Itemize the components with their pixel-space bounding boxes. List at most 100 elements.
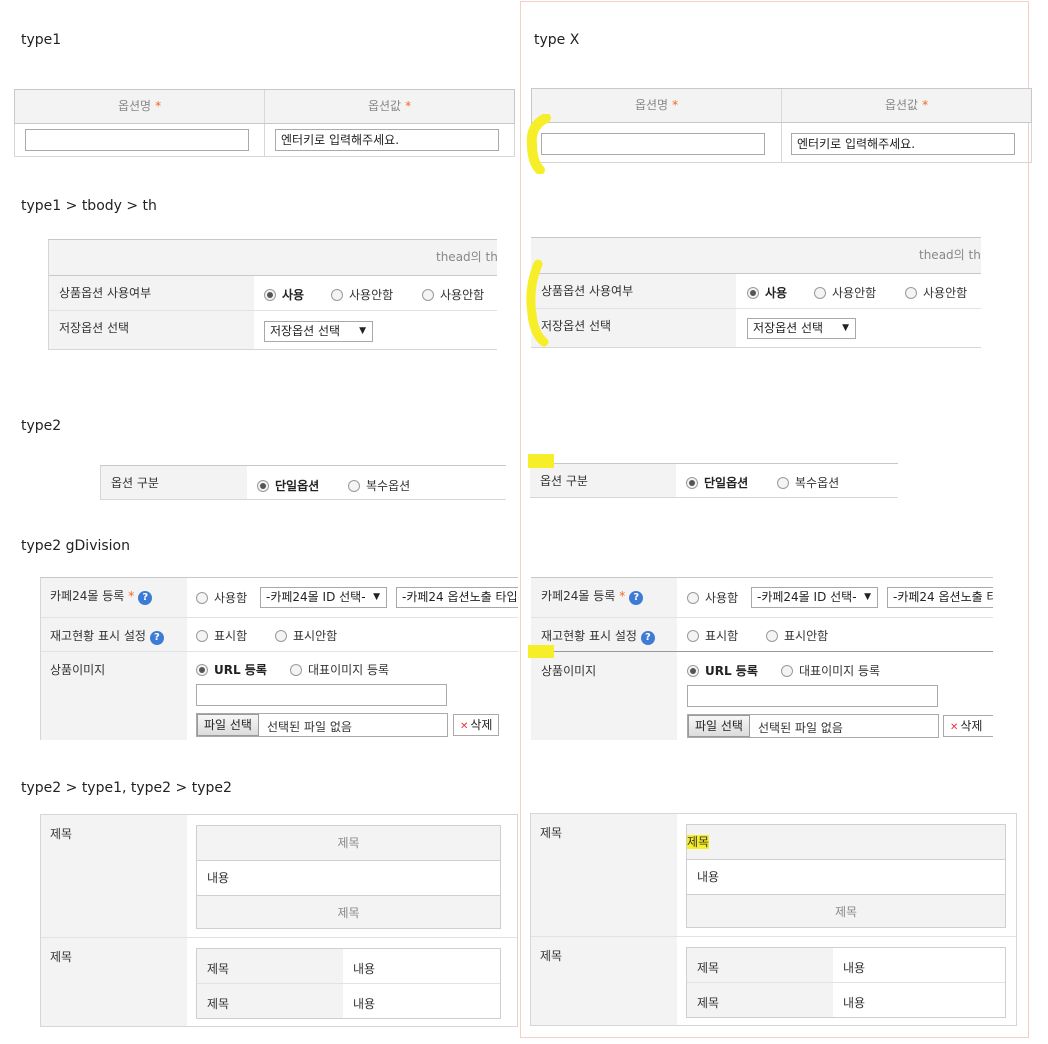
typeX-cafe24-id-select[interactable]: -카페24몰 ID 선택- ▼ <box>751 587 878 608</box>
radio-use[interactable]: 사용 <box>264 286 304 303</box>
title-type2-nested: type2 > type1, type2 > type2 <box>21 780 232 796</box>
image-url-input[interactable] <box>196 684 447 706</box>
radio-off-icon <box>766 630 778 642</box>
nested-th-2: 제목 <box>50 950 73 964</box>
typeX-radio-single-option[interactable]: 단일옵션 <box>686 474 748 491</box>
inner-table-1: 제목 내용 제목 <box>196 825 501 929</box>
typeX-row-label-saved-option: 저장옵션 선택 <box>531 309 736 347</box>
option-name-input[interactable] <box>25 129 249 151</box>
option-value-input[interactable]: 엔터키로 입력해주세요. <box>275 129 499 151</box>
typeX-inner-body: 내용 <box>687 860 1005 895</box>
typeX-inner-row-td: 내용 <box>843 961 866 975</box>
dropdown-arrow-icon: ▼ <box>864 592 871 602</box>
radio-no-display[interactable]: 표시안함 <box>275 627 337 644</box>
typeX-inner-table-2: 제목 내용 제목 내용 <box>686 947 1006 1018</box>
saved-option-select[interactable]: 저장옵션 선택 ▼ <box>264 321 373 342</box>
cafe24-option-type-select[interactable]: -카페24 옵션노출 타입 <box>396 587 518 608</box>
typeX-type2-label: 옵션 구분 <box>530 464 676 497</box>
radio-main-image-register[interactable]: 대표이미지 등록 <box>290 661 389 678</box>
radio-off-icon <box>905 287 917 299</box>
radio-multi-option[interactable]: 복수옵션 <box>348 477 410 494</box>
typeX-inner-foot: 제목 <box>687 895 1005 927</box>
typeX-radio-url-register[interactable]: URL 등록 <box>687 662 758 679</box>
inner-row-td: 내용 <box>353 962 376 976</box>
cafe24-id-select[interactable]: -카페24몰 ID 선택- ▼ <box>260 587 387 608</box>
help-icon[interactable]: ? <box>138 591 153 605</box>
radio-on-icon <box>747 287 759 299</box>
radio-on-icon <box>196 664 208 676</box>
typeX-inner-row-td: 내용 <box>843 996 866 1010</box>
close-icon: ✕ <box>950 722 959 733</box>
typeX-radio-use-cafe24[interactable]: 사용함 <box>687 589 738 606</box>
label-stock-display: 재고현황 표시 설정? <box>50 627 164 645</box>
inner-row-th: 제목 <box>207 997 230 1011</box>
option-table-header: 옵션명 * 옵션값 * <box>14 89 515 124</box>
title-type2-gdivision: type2 gDivision <box>21 538 130 554</box>
title-type2: type2 <box>21 418 62 434</box>
radio-off-icon <box>290 664 302 676</box>
radio-off-icon <box>196 630 208 642</box>
typeX-radio-multi-option[interactable]: 복수옵션 <box>777 474 839 491</box>
help-icon[interactable]: ? <box>629 591 644 605</box>
thead-caption-row: thead의 th들 <box>49 240 497 275</box>
radio-off-icon <box>814 287 826 299</box>
file-select-button[interactable]: 파일 선택 <box>197 714 259 736</box>
radio-off-icon <box>687 630 699 642</box>
dropdown-arrow-icon: ▼ <box>842 323 849 333</box>
typeX-cafe24-option-type-select[interactable]: -카페24 옵션노출 타입 <box>887 587 993 608</box>
radio-not-use-2[interactable]: 사용안함 <box>422 286 484 303</box>
typeX-radio-main-image-register[interactable]: 대표이미지 등록 <box>781 662 880 679</box>
highlight-marker-2 <box>528 645 554 658</box>
radio-url-register[interactable]: URL 등록 <box>196 661 267 678</box>
typeX-radio-use[interactable]: 사용 <box>747 284 787 301</box>
file-status: 선택된 파일 없음 <box>267 720 352 734</box>
typeX-delete-button[interactable]: ✕ 삭제 <box>943 715 993 737</box>
typeX-radio-not-use-1[interactable]: 사용안함 <box>814 284 876 301</box>
title-type1: type1 <box>21 32 62 48</box>
typeX-option-table-header: 옵션명 * 옵션값 * <box>531 88 1032 123</box>
radio-display[interactable]: 표시함 <box>196 627 247 644</box>
typeX-inner-row-th: 제목 <box>697 961 720 975</box>
typeX-file-status: 선택된 파일 없음 <box>758 721 843 735</box>
help-icon[interactable]: ? <box>640 631 655 645</box>
radio-off-icon <box>196 592 208 604</box>
radio-not-use-1[interactable]: 사용안함 <box>331 286 393 303</box>
radio-on-icon <box>264 289 276 301</box>
typeX-header-option-value: 옵션값 * <box>781 89 1032 122</box>
radio-off-icon <box>687 592 699 604</box>
type2-label: 옵션 구분 <box>101 466 247 499</box>
typeX-saved-option-select[interactable]: 저장옵션 선택 ▼ <box>747 318 856 339</box>
typeX-radio-not-use-2[interactable]: 사용안함 <box>905 284 967 301</box>
typeX-radio-display[interactable]: 표시함 <box>687 627 738 644</box>
header-option-value: 옵션값 * <box>264 90 515 123</box>
typeX-option-name-input[interactable] <box>541 133 765 155</box>
help-icon[interactable]: ? <box>149 631 164 645</box>
typeX-inner-row-th: 제목 <box>697 996 720 1010</box>
delete-button[interactable]: ✕ 삭제 <box>453 714 500 736</box>
radio-on-icon <box>686 477 698 489</box>
title-type1-tbody-th: type1 > tbody > th <box>21 198 157 214</box>
typeX-header-option-name: 옵션명 * <box>531 89 781 122</box>
inner-table-2: 제목 내용 제목 내용 <box>196 948 501 1019</box>
radio-off-icon <box>331 289 343 301</box>
typeX-image-url-input[interactable] <box>687 685 938 707</box>
dropdown-arrow-icon: ▼ <box>373 592 380 602</box>
radio-on-icon <box>687 665 699 677</box>
radio-off-icon <box>275 630 287 642</box>
header-option-name: 옵션명 * <box>14 90 264 123</box>
typeX-radio-no-display[interactable]: 표시안함 <box>766 627 828 644</box>
radio-on-icon <box>257 480 269 492</box>
inner-row-td: 내용 <box>353 997 376 1011</box>
row-label-option-usage: 상품옵션 사용여부 <box>49 276 254 310</box>
dropdown-arrow-icon: ▼ <box>359 326 366 336</box>
typeX-label-cafe24-register: 카페24몰 등록 *? <box>541 587 644 605</box>
typeX-file-select-button[interactable]: 파일 선택 <box>688 715 750 737</box>
typeX-label-product-image: 상품이미지 <box>541 664 597 678</box>
label-product-image: 상품이미지 <box>50 663 106 677</box>
typeX-row-label-option-usage: 상품옵션 사용여부 <box>531 274 736 308</box>
inner-row-th: 제목 <box>207 962 230 976</box>
radio-single-option[interactable]: 단일옵션 <box>257 477 319 494</box>
radio-off-icon <box>422 289 434 301</box>
typeX-option-value-input[interactable]: 엔터키로 입력해주세요. <box>791 133 1015 155</box>
radio-use-cafe24[interactable]: 사용함 <box>196 589 247 606</box>
